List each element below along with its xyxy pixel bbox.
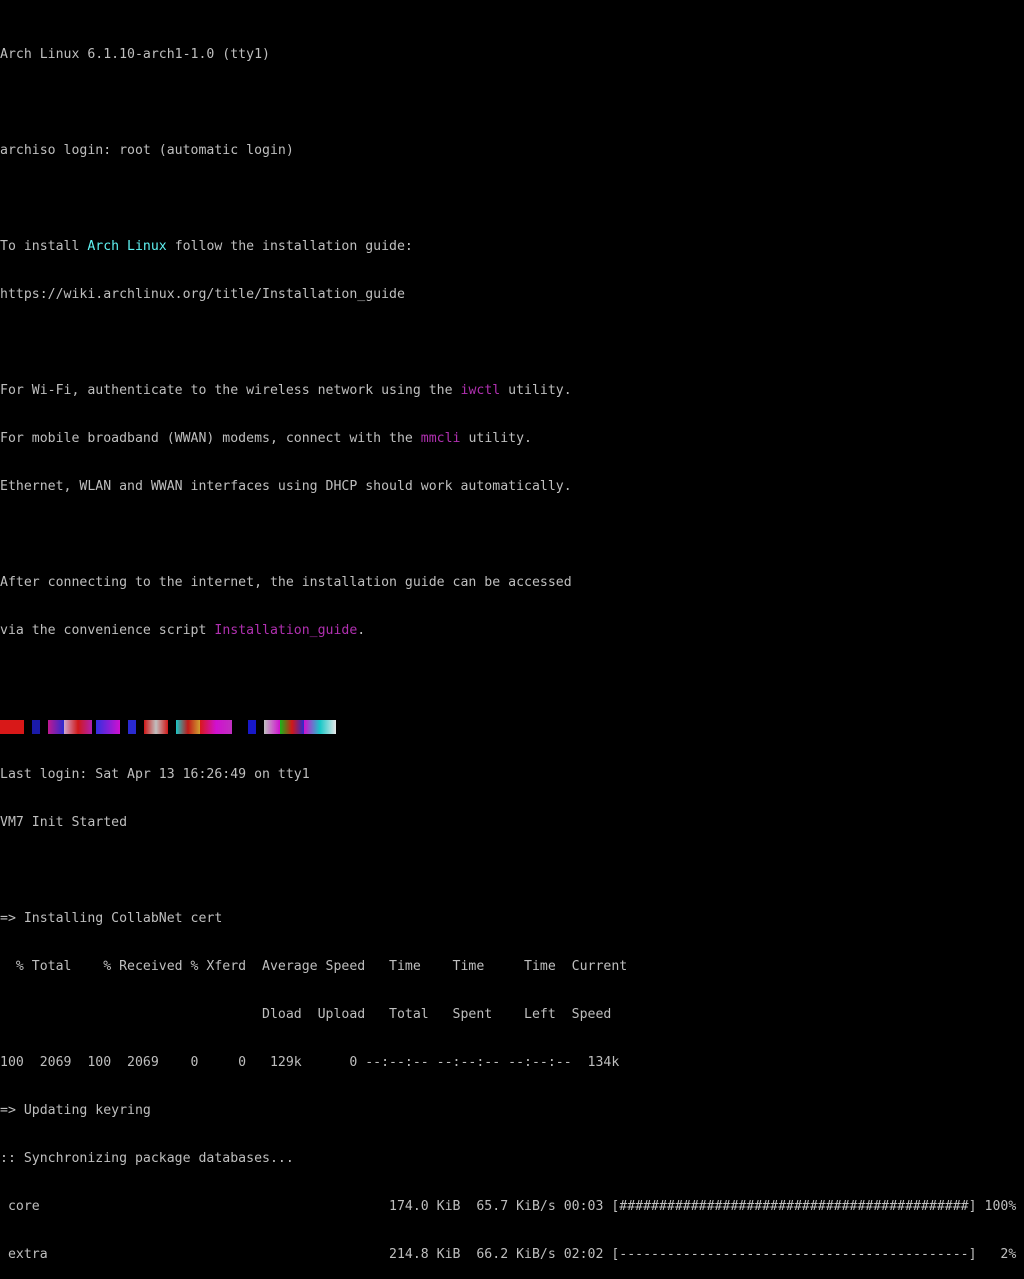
wifi-hint-line: For Wi-Fi, authenticate to the wireless …	[0, 383, 1024, 399]
wifi-hint-text: For Wi-Fi, authenticate to the wireless …	[0, 383, 461, 398]
arch-linux-highlight: Arch Linux	[87, 239, 167, 254]
guide-access-line: After connecting to the internet, the in…	[0, 575, 572, 590]
guide-script-line: via the convenience script Installation_…	[0, 623, 1024, 639]
install-intro-text: To install	[0, 239, 88, 254]
wwan-hint-line: For mobile broadband (WWAN) modems, conn…	[0, 431, 1024, 447]
wwan-hint-text: For mobile broadband (WWAN) modems, conn…	[0, 431, 421, 446]
iwctl-highlight: iwctl	[460, 383, 501, 398]
last-login-line: Last login: Sat Apr 13 16:26:49 on tty1	[0, 767, 310, 782]
login-line: archiso login: root (automatic login)	[0, 143, 294, 158]
install-intro-tail: follow the installation guide:	[166, 239, 413, 254]
tty-console[interactable]: Arch Linux 6.1.10-arch1-1.0 (tty1) archi…	[0, 15, 1024, 1279]
curl-progress-line: 100 2069 100 2069 0 0 129k 0 --:--:-- --…	[0, 1055, 620, 1070]
extra-sync-row: extra 214.8 KiB 66.2 KiB/s 02:02 [------…	[0, 1247, 1017, 1262]
updating-keyring-line: => Updating keyring	[0, 1103, 151, 1118]
sync-databases-line: :: Synchronizing package databases...	[0, 1151, 294, 1166]
wifi-hint-tail: utility.	[500, 383, 572, 398]
guide-script-tail: .	[357, 623, 366, 638]
kernel-banner: Arch Linux 6.1.10-arch1-1.0 (tty1)	[0, 47, 270, 62]
init-started-line: VM7 Init Started	[0, 815, 128, 830]
install-intro-line: To install Arch Linux follow the install…	[0, 239, 1024, 255]
curl-header-line-2: Dload Upload Total Spent Left Speed	[0, 1007, 612, 1022]
mmcli-highlight: mmcli	[420, 431, 461, 446]
wwan-hint-tail: utility.	[460, 431, 532, 446]
installation-guide-highlight: Installation_guide	[214, 623, 358, 638]
color-glitch-bar	[0, 719, 1024, 735]
guide-script-text: via the convenience script	[0, 623, 215, 638]
collabnet-cert-line: => Installing CollabNet cert	[0, 911, 223, 926]
core-sync-row: core 174.0 KiB 65.7 KiB/s 00:03 [#######…	[0, 1199, 1017, 1214]
dhcp-hint-line: Ethernet, WLAN and WWAN interfaces using…	[0, 479, 572, 494]
install-guide-url: https://wiki.archlinux.org/title/Install…	[0, 287, 405, 302]
curl-header-line-1: % Total % Received % Xferd Average Speed…	[0, 959, 628, 974]
